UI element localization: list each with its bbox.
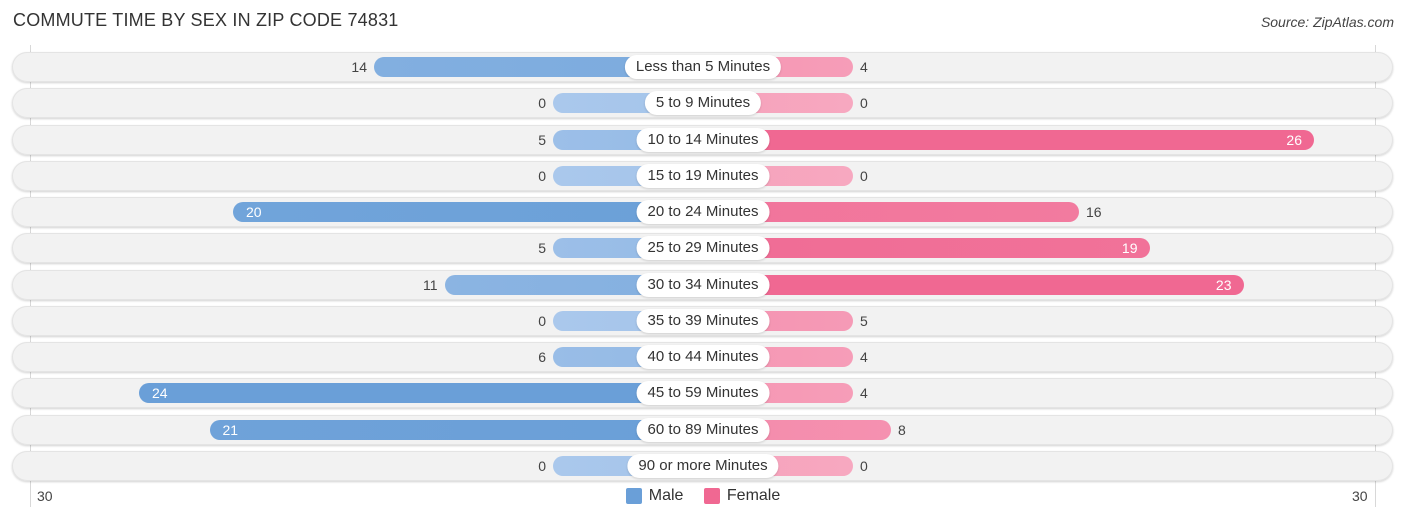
bar-male[interactable] (233, 202, 703, 222)
value-label-female: 0 (860, 457, 868, 474)
category-label: 10 to 14 Minutes (636, 127, 770, 152)
value-label-female: 26 (1286, 131, 1302, 148)
legend-swatch-male (625, 488, 642, 504)
category-label: 35 to 39 Minutes (636, 308, 770, 333)
chart-area: 14 4 Less than 5 Minutes 0 0 5 to 9 Minutes 5 2… (0, 0, 1406, 522)
legend-swatch-female (703, 488, 720, 504)
value-label-female: 0 (860, 167, 868, 184)
value-label-female: 23 (1215, 276, 1232, 293)
bar-female[interactable] (703, 129, 1314, 150)
value-label-male: 21 (222, 421, 239, 438)
value-label-female: 4 (860, 349, 868, 365)
value-label-male: 6 (538, 349, 546, 365)
legend-label-male: Male (648, 487, 684, 504)
category-label: 30 to 34 Minutes (636, 272, 770, 297)
value-label-female: 4 (860, 59, 868, 75)
legend-label-female: Female (726, 487, 781, 504)
value-label-male: 0 (538, 167, 546, 184)
category-label: 45 to 59 Minutes (636, 381, 770, 406)
category-label: 15 to 19 Minutes (636, 163, 770, 188)
legend: Male Female (0, 487, 1406, 509)
value-label-male: 5 (538, 240, 546, 257)
value-label-male: 24 (152, 385, 168, 402)
bar-male[interactable] (209, 419, 703, 440)
value-label-male: 14 (351, 59, 367, 75)
value-label-male: 11 (422, 276, 438, 293)
value-label-female: 4 (860, 385, 868, 402)
category-label: 20 to 24 Minutes (636, 200, 770, 224)
category-label: 40 to 44 Minutes (636, 345, 770, 369)
value-label-male: 20 (246, 204, 262, 220)
category-label: 5 to 9 Minutes (644, 91, 762, 116)
category-label: 25 to 29 Minutes (636, 236, 770, 261)
bar-female[interactable] (703, 274, 1244, 295)
value-label-male: 0 (538, 95, 546, 112)
category-label: Less than 5 Minutes (624, 55, 782, 79)
value-label-female: 16 (1086, 204, 1102, 220)
value-label-male: 0 (538, 312, 546, 329)
category-label: 60 to 89 Minutes (636, 417, 770, 442)
value-label-male: 5 (538, 131, 546, 148)
value-label-male: 0 (538, 457, 546, 474)
value-label-female: 5 (860, 312, 868, 329)
value-label-female: 8 (898, 421, 906, 438)
value-label-female: 19 (1121, 240, 1138, 257)
legend-item-male[interactable]: Male (625, 487, 684, 505)
category-label: 90 or more Minutes (627, 453, 779, 478)
legend-item-female[interactable]: Female (703, 487, 781, 505)
value-label-female: 0 (860, 95, 868, 112)
bar-male[interactable] (139, 383, 703, 404)
bar-female[interactable] (703, 238, 1150, 259)
